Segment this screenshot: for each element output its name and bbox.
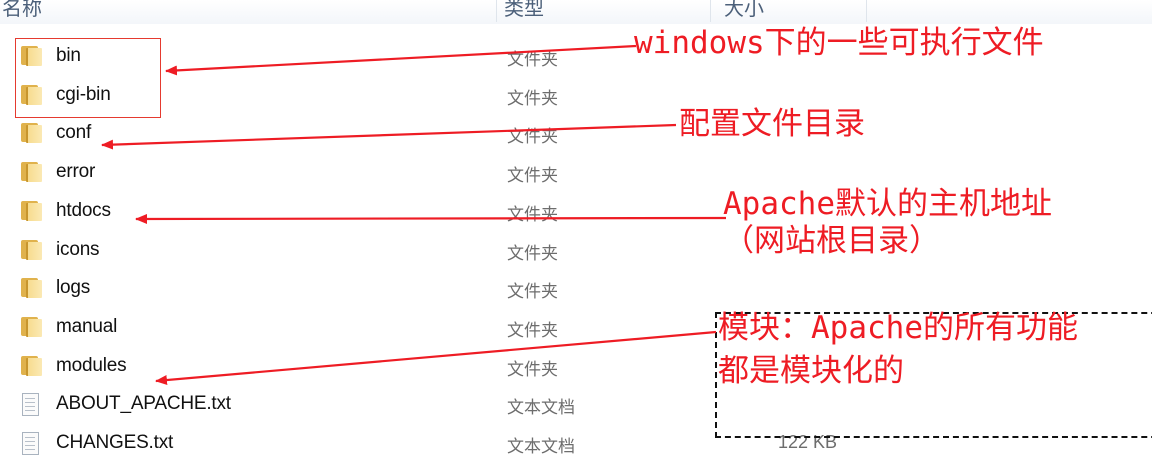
annotation-conf: 配置文件目录 bbox=[679, 106, 865, 142]
arrow-htdocs bbox=[135, 213, 727, 224]
arrow-bin bbox=[165, 44, 637, 76]
annotation-arrows bbox=[101, 44, 727, 386]
annotation-modules-1: 模块：Apache的所有功能 bbox=[718, 310, 1078, 346]
arrow-modules bbox=[155, 330, 717, 386]
arrow-conf bbox=[101, 123, 677, 150]
annotation-bin: windows下的一些可执行文件 bbox=[634, 25, 1044, 61]
annotation-htdocs-2: （网站根目录） bbox=[723, 223, 940, 259]
annotation-modules-2: 都是模块化的 bbox=[718, 353, 904, 389]
annotation-htdocs-1: Apache默认的主机地址 bbox=[723, 186, 1052, 222]
